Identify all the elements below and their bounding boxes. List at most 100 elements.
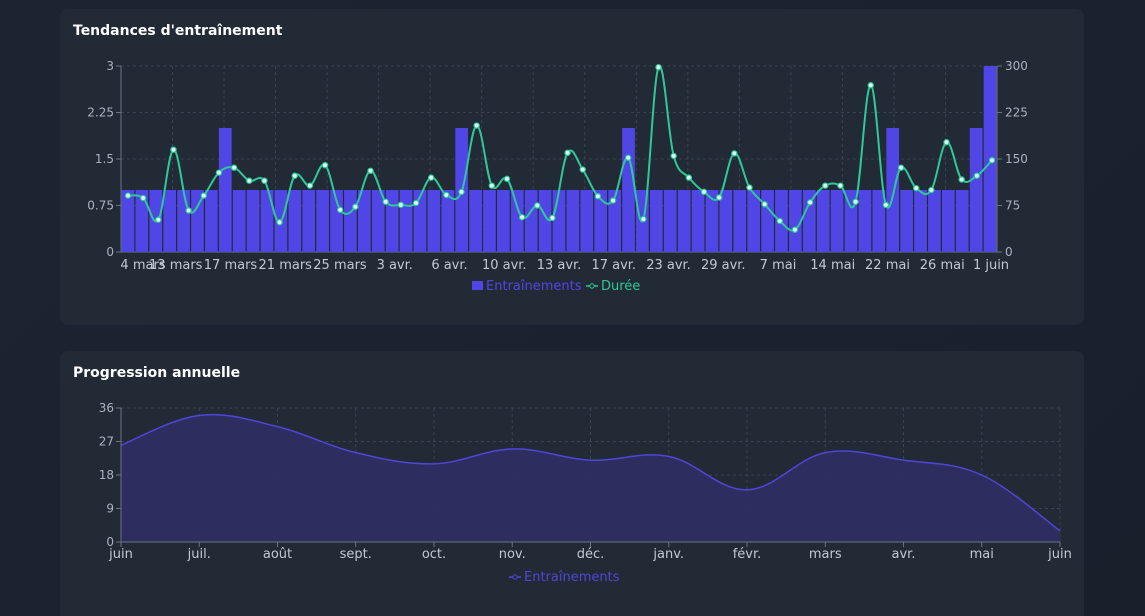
x-tick-label: 10 avr. <box>482 258 527 273</box>
annual-card: Progression annuelle 0 9 18 27 36 juin juil. ao… <box>60 351 1084 616</box>
x-tick-label: 22 mai <box>865 258 910 273</box>
bar <box>552 190 566 252</box>
duration-point <box>185 207 192 214</box>
legend-swatch-marker <box>589 283 595 289</box>
x-tick-label: 13 avr. <box>537 258 582 273</box>
bar <box>733 190 747 252</box>
x-tick-label: juin <box>108 547 133 562</box>
duration-point <box>822 182 829 189</box>
bar <box>928 190 941 252</box>
duration-point <box>473 122 480 129</box>
duration-point <box>564 149 571 156</box>
annual-plot: 09182736juin juil. août sept. oct. nov. déc. ja… <box>99 401 1072 562</box>
duration-point <box>321 161 329 169</box>
duration-point <box>867 82 874 89</box>
duration-point <box>139 194 147 202</box>
duration-point <box>700 188 708 196</box>
bar <box>344 190 357 252</box>
bar <box>830 190 844 252</box>
duration-point <box>806 199 814 206</box>
bar <box>288 190 302 252</box>
bar <box>524 190 538 252</box>
duration-point <box>170 146 177 153</box>
x-tick-label: 3 avr. <box>377 258 413 273</box>
duration-point <box>761 201 768 208</box>
duration-point <box>685 174 693 181</box>
bar <box>649 190 663 252</box>
duration-point <box>427 174 435 181</box>
duration-point <box>518 214 526 221</box>
legend-label-duration: Durée <box>601 279 640 294</box>
x-tick-label: nov. <box>499 547 526 562</box>
duration-point <box>928 186 935 194</box>
y-tick-label: 36 <box>99 401 114 415</box>
duration-point <box>670 152 677 160</box>
annual-legend: Entraînements <box>509 570 620 585</box>
x-tick-label: 17 mars <box>204 258 258 273</box>
duration-point <box>897 164 905 171</box>
duration-point <box>246 177 253 184</box>
x-tick-label: oct. <box>422 547 446 562</box>
bar <box>580 190 594 252</box>
y-left-tick-label: 0.75 <box>87 199 114 213</box>
y-right-tick-label: 75 <box>1005 199 1020 213</box>
bar <box>371 190 385 252</box>
bar <box>969 128 983 252</box>
duration-point <box>261 177 268 184</box>
duration-point <box>215 169 223 176</box>
x-tick-label: 21 mars <box>259 258 313 273</box>
bar <box>427 190 441 252</box>
duration-point <box>412 199 420 207</box>
duration-point <box>731 150 738 157</box>
legend-label-workouts: Entraînements <box>524 570 620 585</box>
y-tick-label: 9 <box>106 502 114 516</box>
duration-point <box>625 154 632 161</box>
x-tick-label: août <box>263 547 292 562</box>
bar <box>205 190 218 252</box>
x-tick-label: 29 avr. <box>701 258 746 273</box>
duration-point <box>503 175 511 183</box>
x-tick-label: févr. <box>733 547 762 562</box>
y-left-tick-label: 1.5 <box>95 152 114 166</box>
duration-point <box>488 182 495 189</box>
bar <box>900 190 913 252</box>
x-tick-label: 26 mai <box>920 258 965 273</box>
y-left-tick-label: 2.25 <box>87 106 114 120</box>
bar <box>218 128 232 252</box>
duration-point <box>776 217 783 225</box>
bar <box>677 190 691 252</box>
bar <box>232 190 246 252</box>
bar <box>914 190 927 252</box>
legend-swatch-bar <box>472 281 483 290</box>
x-tick-label: juin <box>1047 547 1072 562</box>
y-right-tick-label: 225 <box>1005 106 1028 120</box>
bar <box>886 128 900 252</box>
trends-legend: Entraînements Durée <box>472 279 640 294</box>
duration-point <box>837 182 844 189</box>
duration-point <box>943 139 950 146</box>
duration-point <box>200 192 207 199</box>
duration-point <box>291 172 298 179</box>
x-tick-label: 7 mai <box>760 258 797 273</box>
bar <box>941 190 955 252</box>
duration-point <box>549 214 556 222</box>
y-tick-label: 27 <box>99 435 114 449</box>
x-tick-label: juil. <box>187 547 211 562</box>
bar <box>497 190 510 252</box>
bar <box>177 190 190 252</box>
bar <box>121 190 135 252</box>
duration-point <box>534 202 541 209</box>
x-tick-label: 25 mars <box>313 258 367 273</box>
duration-point <box>655 64 662 71</box>
trends-chart: 00.751.52.2530751502253004 mars13 mars 17… <box>87 59 1028 294</box>
duration-point <box>124 192 132 199</box>
bar <box>622 128 635 252</box>
x-tick-label: sept. <box>340 547 372 562</box>
trends-card: Tendances d'entraînement 0 0.75 1.5 2.25 3 0 7… <box>60 9 1084 325</box>
duration-point <box>337 206 344 214</box>
duration-point <box>913 184 920 192</box>
bar <box>761 190 774 252</box>
x-tick-label: mars <box>809 547 842 562</box>
duration-point <box>852 198 859 205</box>
bar <box>163 190 177 252</box>
